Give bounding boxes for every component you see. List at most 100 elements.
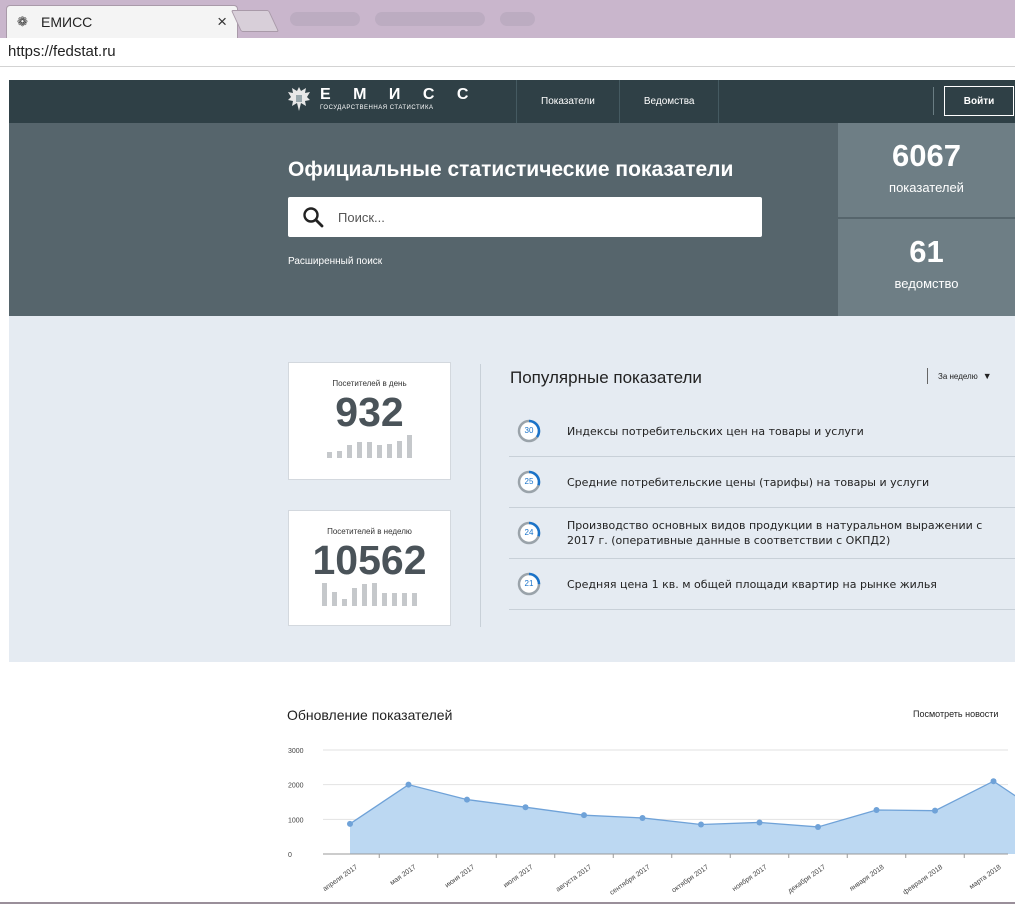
popular-item[interactable]: 30 Индексы потребительских цен на товары… bbox=[509, 406, 1015, 457]
popular-item[interactable]: 24 Производство основных видов продукции… bbox=[509, 508, 1015, 559]
x-tick-label: ноября 2017 bbox=[731, 863, 769, 893]
rank-number: 25 bbox=[524, 477, 534, 486]
updates-title: Обновление показателей bbox=[287, 707, 453, 723]
period-value: За неделю bbox=[938, 372, 978, 381]
data-point bbox=[347, 820, 353, 827]
double-headed-eagle-icon bbox=[288, 87, 310, 111]
spark-bar bbox=[412, 593, 417, 606]
rank-number: 30 bbox=[524, 426, 534, 435]
popular-list: 30 Индексы потребительских цен на товары… bbox=[509, 406, 1015, 610]
area-fill bbox=[350, 781, 1015, 854]
data-point bbox=[990, 778, 997, 785]
spark-bar bbox=[397, 441, 402, 458]
indicators-count: 6067 bbox=[892, 138, 961, 173]
search-input[interactable] bbox=[338, 209, 738, 225]
new-tab-button[interactable] bbox=[230, 10, 280, 32]
spark-bar bbox=[347, 445, 352, 458]
login-button[interactable]: Войти bbox=[944, 86, 1014, 116]
spark-bar bbox=[352, 588, 357, 606]
indicators-count-label: показателей bbox=[889, 180, 964, 195]
popular-item[interactable]: 25 Средние потребительские цены (тарифы)… bbox=[509, 457, 1015, 508]
spark-bar bbox=[377, 445, 382, 458]
advanced-search-link[interactable]: Расширенный поиск bbox=[288, 256, 382, 267]
spark-bar bbox=[372, 583, 377, 606]
login-divider bbox=[933, 87, 934, 115]
popular-item-text: Средняя цена 1 кв. м общей площади кварт… bbox=[567, 577, 937, 591]
spark-bar bbox=[357, 442, 362, 458]
data-point bbox=[698, 821, 704, 828]
x-tick-label: июля 2017 bbox=[502, 864, 534, 890]
spark-bar bbox=[387, 444, 392, 458]
data-point bbox=[581, 812, 587, 819]
blurred-menu-item bbox=[290, 12, 360, 26]
logo-sub-text: ГОСУДАРСТВЕННАЯ СТАТИСТИКА bbox=[320, 105, 434, 111]
see-news-link[interactable]: Посмотреть новости bbox=[913, 709, 998, 719]
data-point bbox=[464, 796, 470, 803]
popular-section: Посетителей в день 932 Посетителей в нед… bbox=[9, 316, 1015, 662]
x-tick-label: января 2018 bbox=[849, 864, 886, 893]
spark-bar bbox=[362, 584, 367, 606]
logo-main-text: Е М И С С bbox=[320, 86, 478, 103]
agencies-count: 61 bbox=[909, 234, 944, 269]
popular-item-text: Производство основных видов продукции в … bbox=[567, 519, 983, 547]
data-point bbox=[756, 819, 763, 826]
spark-bar bbox=[402, 593, 407, 606]
y-tick-label: 3000 bbox=[288, 748, 304, 755]
x-tick-label: мая 2017 bbox=[389, 864, 418, 887]
indicators-count-box[interactable]: 6067 показателей bbox=[838, 123, 1015, 218]
popular-item[interactable]: 21 Средняя цена 1 кв. м общей площади кв… bbox=[509, 559, 1015, 610]
browser-tabstrip: ❁ ЕМИСС × bbox=[0, 0, 1015, 38]
y-tick-label: 1000 bbox=[288, 817, 304, 824]
agencies-count-box[interactable]: 61 ведомство bbox=[838, 219, 1015, 316]
x-tick-label: августа 2017 bbox=[555, 864, 593, 894]
spark-bar bbox=[407, 435, 412, 458]
agencies-count-label: ведомство bbox=[894, 276, 959, 291]
rank-ring-icon: 25 bbox=[517, 470, 541, 494]
rank-ring-icon: 30 bbox=[517, 419, 541, 443]
emiss-logo[interactable]: Е М И С С ГОСУДАРСТВЕННАЯ СТАТИСТИКА bbox=[286, 84, 477, 114]
search-icon[interactable] bbox=[302, 206, 324, 228]
nav-item-indicators[interactable]: Показатели bbox=[516, 80, 619, 123]
y-tick-label: 0 bbox=[288, 852, 292, 859]
window-bottom-border bbox=[0, 902, 1015, 904]
data-point bbox=[639, 814, 646, 821]
x-tick-label: февраля 2018 bbox=[902, 864, 944, 896]
rank-number: 24 bbox=[524, 528, 534, 537]
blurred-menu-item bbox=[375, 12, 485, 26]
visitors-day-label: Посетителей в день bbox=[332, 379, 407, 388]
x-tick-label: декабря 2017 bbox=[786, 863, 827, 895]
visitors-day-sparkbars bbox=[289, 434, 450, 458]
nav-item-agencies[interactable]: Ведомства bbox=[618, 80, 720, 123]
blurred-menu-item bbox=[500, 12, 535, 26]
data-point bbox=[873, 806, 880, 813]
rank-ring-icon: 21 bbox=[517, 572, 541, 596]
data-point bbox=[815, 823, 821, 830]
popular-item-text: Средние потребительские цены (тарифы) на… bbox=[567, 475, 930, 489]
x-tick-label: июня 2017 bbox=[444, 864, 476, 889]
visitors-week-sparkbars bbox=[289, 582, 450, 606]
spark-bar bbox=[392, 593, 397, 606]
visitors-week-label: Посетителей в неделю bbox=[327, 527, 412, 536]
visitors-week-value: 10562 bbox=[312, 537, 427, 583]
search-box[interactable] bbox=[288, 197, 762, 237]
rank-number: 21 bbox=[524, 579, 534, 588]
updates-area-chart: 3000 2000 1000 0 апреля 2017 мая 2017 июня 201… bbox=[288, 748, 1015, 897]
page-title: Официальные статистические показатели bbox=[288, 158, 734, 181]
x-tick-label: апреля 2017 bbox=[322, 864, 359, 893]
data-point bbox=[522, 804, 529, 811]
browser-tab-emiss[interactable]: ❁ ЕМИСС × bbox=[6, 5, 238, 38]
x-tick-label: октября 2017 bbox=[670, 863, 710, 894]
address-bar[interactable]: https://fedstat.ru bbox=[0, 38, 1015, 67]
spark-bar bbox=[332, 592, 337, 606]
popular-item-text: Индексы потребительских цен на товары и … bbox=[567, 424, 864, 438]
visitors-week-card: Посетителей в неделю 10562 bbox=[288, 510, 451, 626]
y-tick-label: 2000 bbox=[288, 783, 304, 790]
period-dropdown[interactable]: За неделю ▼ bbox=[927, 368, 992, 384]
x-tick-label: сентября 2017 bbox=[608, 863, 651, 897]
tab-close-icon[interactable]: × bbox=[217, 12, 227, 32]
spark-bar bbox=[382, 593, 387, 606]
caret-down-icon: ▼ bbox=[982, 371, 992, 381]
data-point bbox=[405, 781, 412, 788]
emblem-favicon-icon: ❁ bbox=[17, 14, 28, 29]
tab-title: ЕМИСС bbox=[41, 14, 93, 30]
